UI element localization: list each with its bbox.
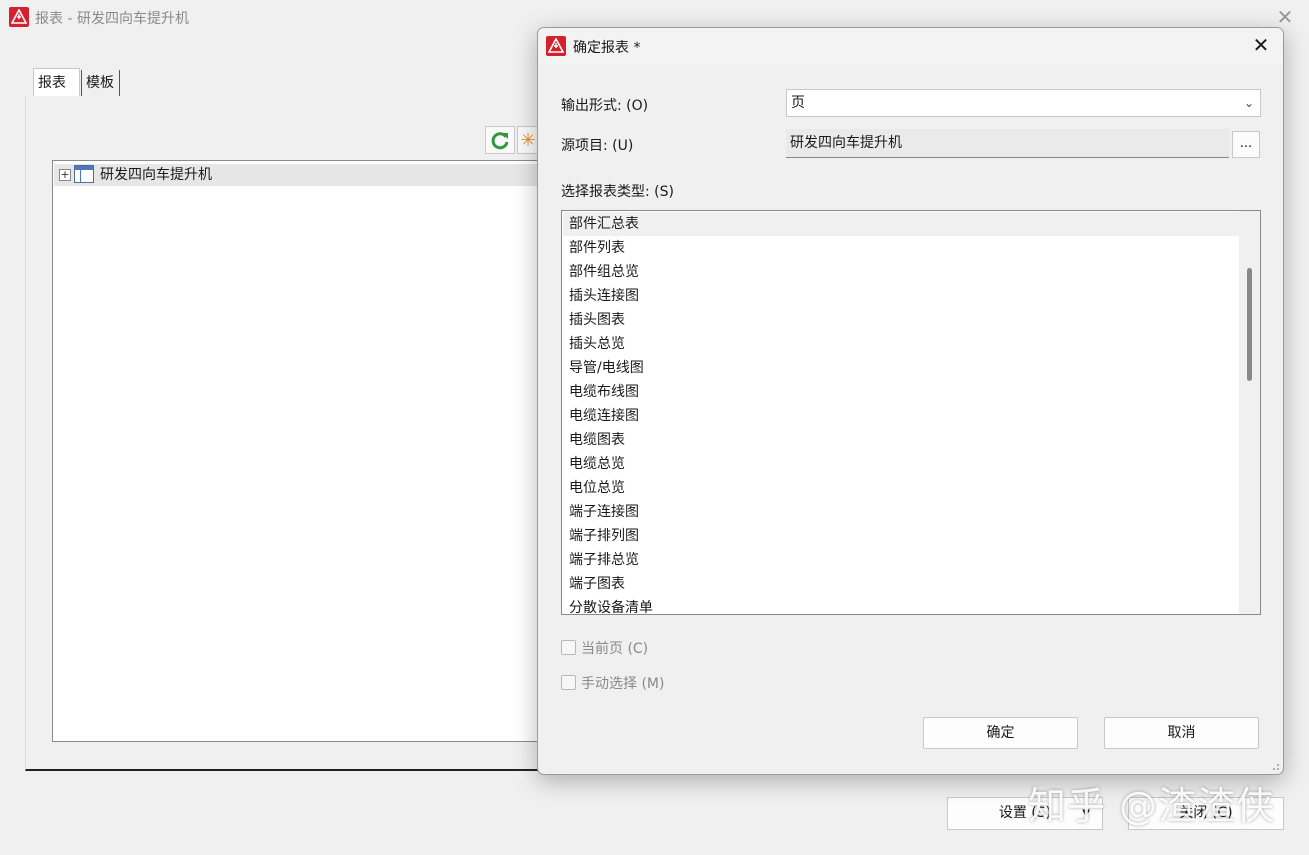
report-type-label: 选择报表类型: (S) — [561, 184, 674, 200]
list-item[interactable]: 插头连接图 — [563, 284, 1239, 308]
report-type-list[interactable]: 部件汇总表 部件列表 部件组总览 插头连接图 插头图表 插头总览 导管/电线图 … — [561, 210, 1261, 615]
app-logo-icon — [546, 36, 566, 56]
resize-grip-icon[interactable] — [1270, 761, 1280, 771]
list-item[interactable]: 端子排列图 — [563, 524, 1239, 548]
checkbox-box[interactable] — [561, 640, 576, 655]
list-item[interactable]: 电缆总览 — [563, 452, 1239, 476]
list-item[interactable]: 插头总览 — [563, 332, 1239, 356]
main-close-icon[interactable]: ✕ — [1275, 7, 1295, 27]
current-page-label: 当前页 (C) — [581, 641, 649, 657]
new-report-button[interactable]: ✳ — [517, 126, 539, 154]
checkbox-box[interactable] — [561, 675, 576, 690]
list-item[interactable]: 端子排总览 — [563, 548, 1239, 572]
dialog-close-icon[interactable]: ✕ — [1251, 34, 1271, 56]
app-logo-icon — [9, 7, 29, 27]
list-item[interactable]: 端子图表 — [563, 572, 1239, 596]
source-project-label: 源项目: (U) — [561, 138, 634, 154]
star-icon: ✳ — [520, 129, 536, 151]
list-item[interactable]: 电缆图表 — [563, 428, 1239, 452]
report-tree[interactable]: + 研发四向车提升机 — [52, 160, 540, 742]
refresh-icon — [491, 132, 509, 150]
list-item[interactable]: 电缆布线图 — [563, 380, 1239, 404]
list-item[interactable]: 插头图表 — [563, 308, 1239, 332]
tree-node-label: 研发四向车提升机 — [100, 167, 212, 183]
confirm-report-dialog: 确定报表 * ✕ 输出形式: (O) 页 ⌄ 源项目: (U) 研发四向车提升机… — [537, 27, 1284, 775]
list-item[interactable]: 导管/电线图 — [563, 356, 1239, 380]
dialog-title: 确定报表 * — [573, 40, 641, 56]
main-window-title: 报表 - 研发四向车提升机 — [35, 11, 189, 27]
dialog-titlebar: 确定报表 * ✕ — [538, 28, 1283, 64]
output-form-value: 页 — [791, 95, 805, 111]
list-item[interactable]: 部件汇总表 — [563, 212, 1239, 236]
ok-button[interactable]: 确定 — [923, 717, 1078, 749]
browse-button[interactable]: ... — [1232, 131, 1260, 158]
manual-select-label: 手动选择 (M) — [581, 676, 665, 692]
watermark-text: 知乎 @渣渣侠 — [1028, 784, 1276, 828]
list-item[interactable]: 分散设备清单 — [563, 596, 1239, 614]
project-icon — [74, 165, 94, 183]
tree-node-project[interactable]: + 研发四向车提升机 — [54, 164, 540, 186]
tab-template[interactable]: 模板 — [81, 70, 120, 96]
list-item[interactable]: 电位总览 — [563, 476, 1239, 500]
list-scrollbar[interactable] — [1239, 211, 1260, 614]
chevron-down-icon: ⌄ — [1243, 96, 1254, 110]
list-item[interactable]: 电缆连接图 — [563, 404, 1239, 428]
output-form-select[interactable]: 页 ⌄ — [786, 89, 1261, 117]
list-item[interactable]: 端子连接图 — [563, 500, 1239, 524]
refresh-button[interactable] — [485, 126, 515, 154]
list-item[interactable]: 部件组总览 — [563, 260, 1239, 284]
source-project-field[interactable]: 研发四向车提升机 — [786, 129, 1229, 158]
cancel-button[interactable]: 取消 — [1104, 717, 1259, 749]
scrollbar-thumb[interactable] — [1247, 268, 1252, 381]
output-form-label: 输出形式: (O) — [561, 98, 649, 114]
expand-icon[interactable]: + — [59, 169, 71, 181]
list-item[interactable]: 部件列表 — [563, 236, 1239, 260]
tab-report[interactable]: 报表 — [33, 68, 80, 96]
